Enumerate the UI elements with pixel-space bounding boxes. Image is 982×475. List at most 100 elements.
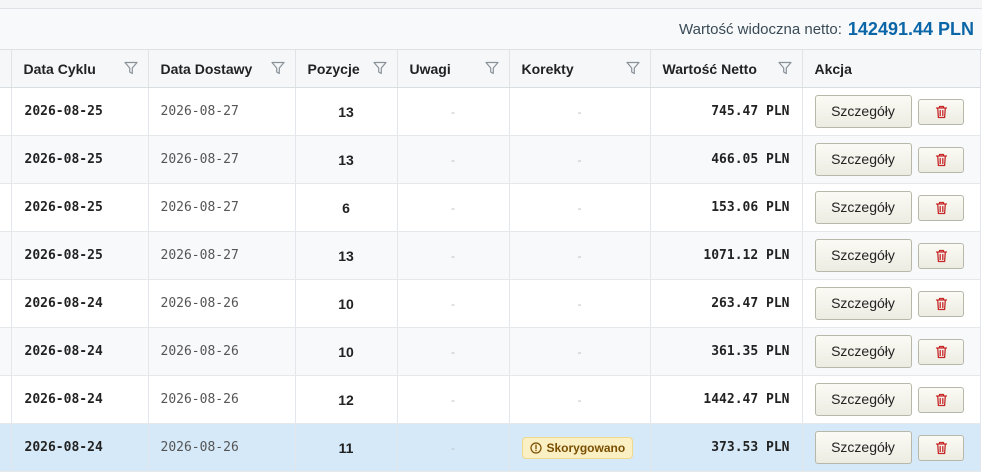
header-data-cyklu[interactable]: Data Cyklu: [11, 50, 149, 88]
table-row[interactable]: 2026-08-24 2026-08-26 11- Skorygowano 373.53…: [0, 423, 981, 472]
header-akcja: Akcja: [802, 50, 981, 88]
items-count-cell: 12: [295, 375, 398, 424]
cycle-date-cell: 2026-08-24: [11, 375, 149, 424]
trash-icon: [935, 153, 947, 166]
trash-icon: [935, 345, 947, 358]
details-button[interactable]: Szczegóły: [814, 95, 912, 128]
net-value-cell: 466.05 PLN: [650, 135, 803, 184]
delete-button[interactable]: [917, 194, 964, 221]
header-label: Data Cyklu: [23, 60, 96, 77]
trash-icon: [935, 393, 947, 406]
header-uwagi[interactable]: Uwagi: [397, 50, 510, 88]
details-button[interactable]: Szczegóły: [814, 239, 912, 272]
filter-icon[interactable]: [123, 61, 138, 75]
actions-cell: Szczegóły: [802, 327, 981, 376]
delivery-date-cell: 2026-08-26: [148, 279, 296, 328]
net-value-cell: 263.47 PLN: [650, 279, 803, 328]
delete-button[interactable]: [917, 242, 964, 269]
row-edge-cell: [0, 135, 12, 184]
delete-button[interactable]: [917, 386, 964, 413]
items-count-cell: 10: [295, 327, 398, 376]
row-edge-cell: [0, 375, 12, 424]
summary-value: 142491.44 PLN: [847, 18, 974, 39]
delivery-date-cell: 2026-08-27: [148, 231, 296, 280]
cycle-date-cell: 2026-08-25: [11, 231, 149, 280]
header-korekty[interactable]: Korekty: [509, 50, 651, 88]
corrections-cell: Skorygowano: [509, 423, 651, 472]
notes-cell: -: [397, 87, 510, 136]
trash-icon: [935, 297, 947, 310]
items-count-cell: 13: [295, 231, 398, 280]
filter-icon[interactable]: [270, 61, 285, 75]
delivery-date-cell: 2026-08-27: [148, 135, 296, 184]
row-edge-cell: [0, 423, 12, 472]
header-label: Data Dostawy: [160, 60, 253, 77]
details-button[interactable]: Szczegóły: [814, 431, 912, 464]
corrections-cell: -: [509, 279, 651, 328]
table-row[interactable]: 2026-08-24 2026-08-26 10- -263.47 PLN Szczeg…: [0, 279, 981, 328]
filter-icon[interactable]: [484, 61, 499, 75]
table-row[interactable]: 2026-08-24 2026-08-26 10- -361.35 PLN Szczeg…: [0, 327, 981, 376]
cycle-date-cell: 2026-08-24: [11, 327, 149, 376]
delivery-date-cell: 2026-08-26: [148, 375, 296, 424]
table-row[interactable]: 2026-08-25 2026-08-27 13- -745.47 PLN Szczeg…: [0, 87, 981, 136]
cycle-date-cell: 2026-08-25: [11, 135, 149, 184]
delete-button[interactable]: [917, 146, 964, 173]
row-edge-cell: [0, 279, 12, 328]
actions-cell: Szczegóły: [802, 375, 981, 424]
delete-button[interactable]: [917, 290, 964, 317]
corrections-cell: -: [509, 231, 651, 280]
header-label: Pozycje: [307, 60, 360, 77]
table-row[interactable]: 2026-08-24 2026-08-26 12- -1442.47 PLN Szcze…: [0, 375, 981, 424]
filter-icon[interactable]: [372, 61, 387, 75]
trash-icon: [935, 105, 947, 118]
details-button[interactable]: Szczegóły: [814, 287, 912, 320]
items-count-cell: 10: [295, 279, 398, 328]
header-label: Wartość Netto: [662, 60, 757, 77]
notes-cell: -: [397, 135, 510, 184]
trash-icon: [935, 201, 947, 214]
items-count-cell: 13: [295, 135, 398, 184]
actions-cell: Szczegóły: [802, 135, 981, 184]
details-button[interactable]: Szczegóły: [814, 383, 912, 416]
trash-icon: [935, 441, 947, 454]
notes-cell: -: [397, 183, 510, 232]
corrected-badge: Skorygowano: [521, 436, 634, 459]
delivery-date-cell: 2026-08-26: [148, 423, 296, 472]
delivery-date-cell: 2026-08-26: [148, 327, 296, 376]
actions-cell: Szczegóły: [802, 87, 981, 136]
details-button[interactable]: Szczegóły: [814, 143, 912, 176]
header-wartosc-netto[interactable]: Wartość Netto: [650, 50, 803, 88]
summary-label: Wartość widoczna netto:: [679, 20, 842, 38]
notes-cell: -: [397, 231, 510, 280]
trash-icon: [935, 249, 947, 262]
details-button[interactable]: Szczegóły: [814, 335, 912, 368]
corrections-cell: -: [509, 327, 651, 376]
filter-icon[interactable]: [625, 61, 640, 75]
cycle-date-cell: 2026-08-24: [11, 279, 149, 328]
delete-button[interactable]: [917, 434, 964, 461]
corrections-cell: -: [509, 87, 651, 136]
header-pozycje[interactable]: Pozycje: [295, 50, 398, 88]
table-row[interactable]: 2026-08-25 2026-08-27 13- -466.05 PLN Szczeg…: [0, 135, 981, 184]
row-edge-cell: [0, 183, 12, 232]
details-button[interactable]: Szczegóły: [814, 191, 912, 224]
cycle-date-cell: 2026-08-25: [11, 87, 149, 136]
notes-cell: -: [397, 423, 510, 472]
notes-cell: -: [397, 279, 510, 328]
header-edge-cell: [0, 50, 12, 88]
actions-cell: Szczegóły: [802, 231, 981, 280]
corrections-cell: -: [509, 135, 651, 184]
table-row[interactable]: 2026-08-25 2026-08-27 13- -1071.12 PLN Szcze…: [0, 231, 981, 280]
corrected-badge-label: Skorygowano: [546, 440, 626, 455]
delete-button[interactable]: [917, 338, 964, 365]
delete-button[interactable]: [917, 98, 964, 125]
actions-cell: Szczegóły: [802, 279, 981, 328]
header-data-dostawy[interactable]: Data Dostawy: [148, 50, 296, 88]
actions-cell: Szczegóły: [802, 183, 981, 232]
net-value-cell: 153.06 PLN: [650, 183, 803, 232]
net-value-cell: 1071.12 PLN: [650, 231, 803, 280]
cycle-date-cell: 2026-08-24: [11, 423, 149, 472]
filter-icon[interactable]: [777, 61, 792, 75]
table-row[interactable]: 2026-08-25 2026-08-27 6- -153.06 PLN Szczegó…: [0, 183, 981, 232]
